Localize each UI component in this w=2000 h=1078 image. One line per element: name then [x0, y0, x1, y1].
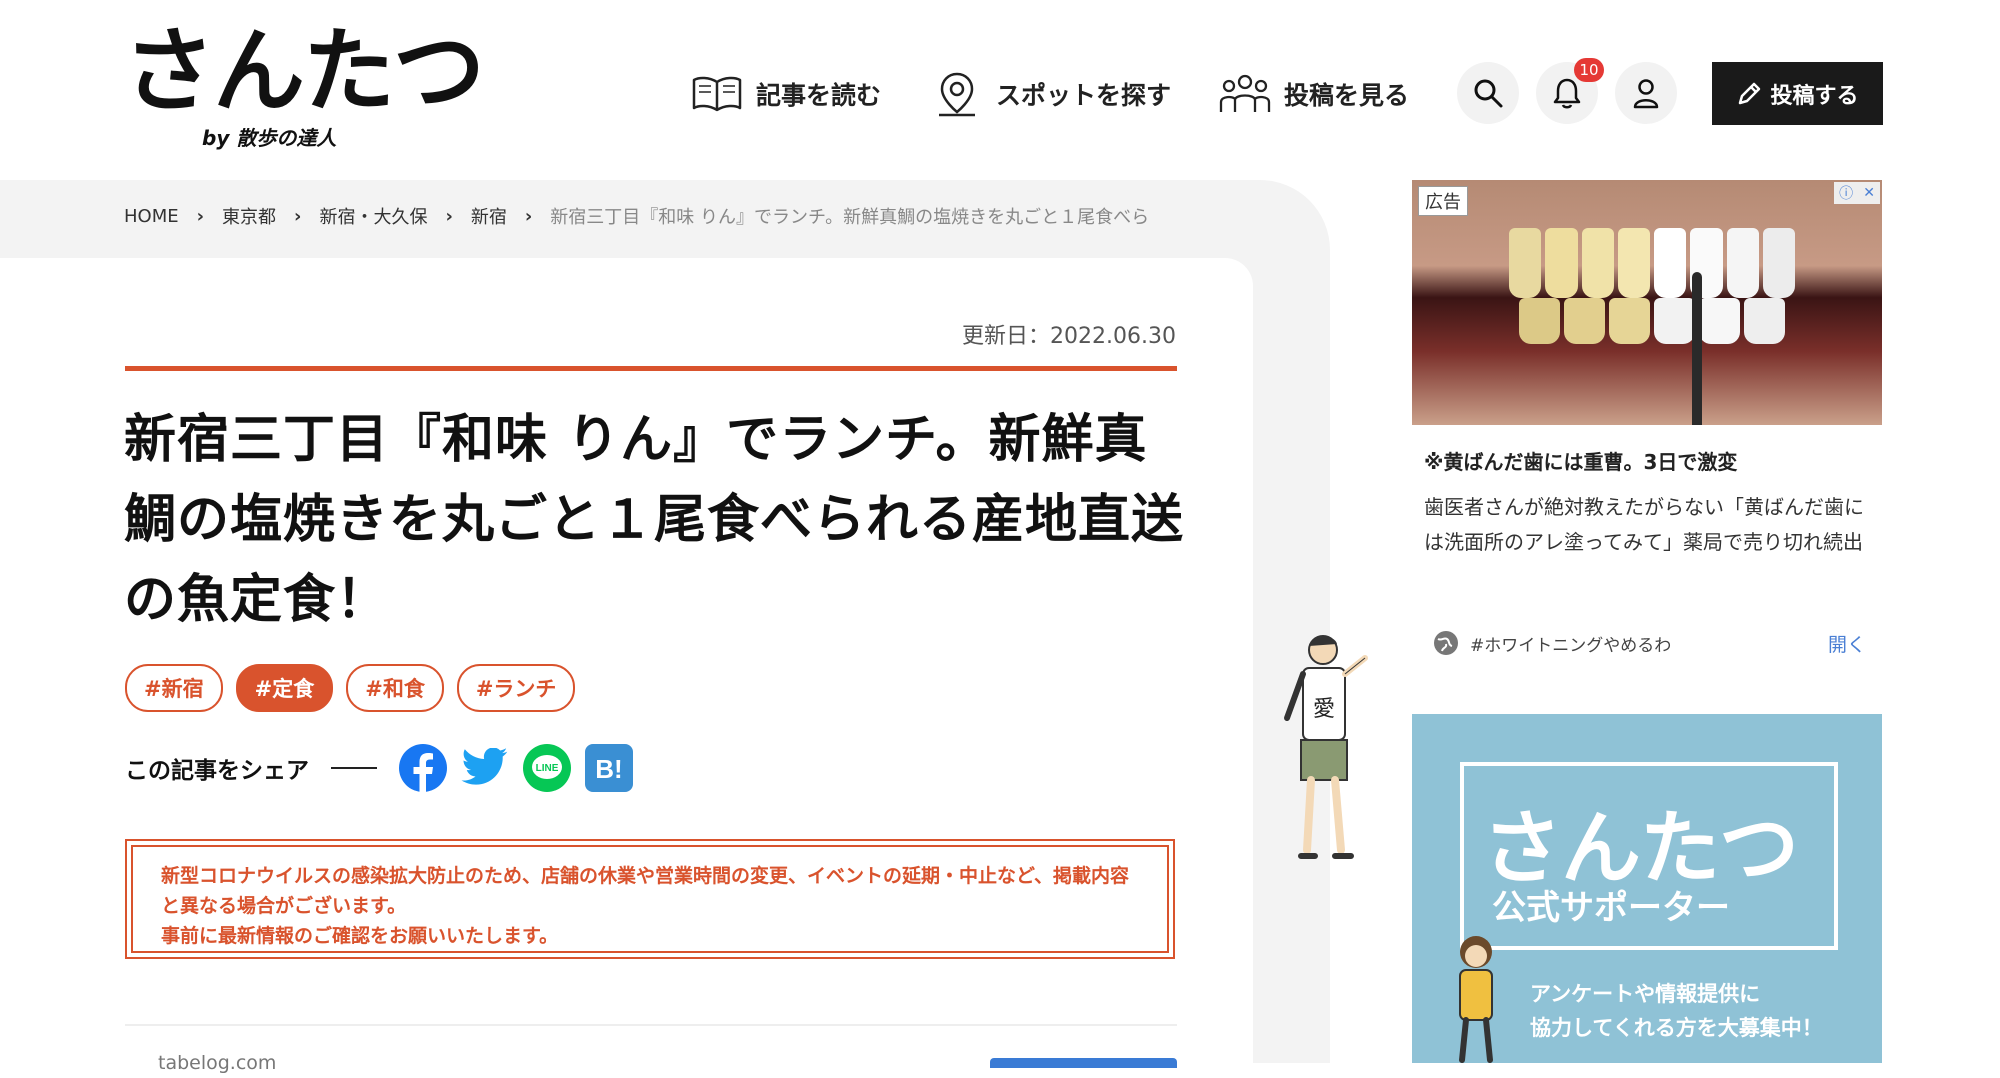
supporter-subtitle: 公式サポーター	[1492, 888, 1730, 928]
ad-swab	[1692, 272, 1702, 425]
breadcrumb-home[interactable]: HOME	[124, 206, 179, 227]
close-icon[interactable]: ✕	[1863, 185, 1875, 201]
pencil-icon	[1739, 82, 1761, 104]
notification-button[interactable]: 10	[1536, 58, 1604, 124]
share-dash	[331, 767, 377, 769]
nav-spot-label: スポットを探す	[996, 81, 1172, 110]
tag-shinjuku[interactable]: #新宿	[125, 664, 223, 712]
chevron-right-icon: ›	[445, 205, 453, 227]
notification-badge: 10	[1574, 58, 1604, 82]
svg-text:B!: B!	[595, 754, 622, 784]
tag-teishoku[interactable]: #定食	[235, 664, 334, 712]
hatena-icon: B!	[585, 744, 633, 792]
ad-info-icon[interactable]: ⓘ	[1839, 183, 1853, 203]
nav-read-label: 記事を読む	[756, 81, 882, 110]
breadcrumb-shinjuku[interactable]: 新宿	[471, 203, 507, 229]
chevron-right-icon: ›	[294, 205, 302, 227]
breadcrumb: HOME › 東京都 › 新宿・大久保 › 新宿 › 新宿三丁目『和味 りん』で…	[124, 203, 1149, 229]
title-divider	[125, 366, 1177, 371]
site-logo-sub: by 散歩の達人	[202, 126, 337, 150]
twitter-share-button[interactable]	[461, 744, 509, 792]
article-title: 新宿三丁目『和味 りん』でランチ。新鮮真鯛の塩焼きを丸ごと１尾食べられる産地直送…	[124, 410, 1185, 630]
notice-line-2: 事前に最新情報のご確認をお願いいたします。	[161, 925, 559, 947]
share-bar: この記事をシェア LINE B!	[125, 744, 647, 792]
svg-text:愛: 愛	[1313, 697, 1335, 722]
ad-label: 広告	[1418, 186, 1468, 216]
breadcrumb-shinjuku-okubo[interactable]: 新宿・大久保	[319, 203, 427, 229]
bell-icon	[1553, 78, 1581, 109]
notice-line-1: 新型コロナウイルスの感染拡大防止のため、店舗の休業や営業時間の変更、イベントの延…	[161, 865, 1130, 917]
section-divider	[125, 1024, 1177, 1026]
tag-list: #新宿 #定食 #和食 #ランチ	[125, 664, 576, 712]
breadcrumb-tokyo[interactable]: 東京都	[222, 203, 276, 229]
facebook-icon	[399, 744, 447, 792]
tag-washoku[interactable]: #和食	[346, 664, 444, 712]
ad-title[interactable]: ※黄ばんだ歯には重曹。3日で激変	[1424, 446, 1737, 475]
ad-description[interactable]: 歯医者さんが絶対教えたがらない「黄ばんだ歯には洗面所のアレ塗ってみて」薬局で売り…	[1424, 490, 1874, 560]
ad-teeth-lower	[1517, 298, 1787, 344]
updated-date: 更新日：2022.06.30	[962, 324, 1176, 349]
ad-close-controls[interactable]: ⓘ ✕	[1834, 182, 1880, 204]
book-icon	[690, 70, 744, 118]
account-button[interactable]	[1615, 62, 1677, 124]
source-link[interactable]: tabelog.com	[158, 1052, 276, 1074]
line-icon: LINE	[523, 744, 571, 792]
user-icon	[1633, 79, 1659, 109]
supporter-illustration	[1459, 936, 1493, 1063]
ad-image[interactable]: 広告 ⓘ ✕	[1412, 180, 1882, 425]
nav-post-label: 投稿を見る	[1284, 81, 1410, 110]
nav-view-posts[interactable]: 投稿を見る	[1218, 68, 1409, 120]
nav-find-spots[interactable]: スポットを探す	[930, 68, 1171, 120]
chevron-right-icon: ›	[524, 205, 533, 227]
post-button[interactable]: 投稿する	[1712, 62, 1883, 125]
ad-teeth-upper	[1507, 228, 1797, 298]
supporter-banner[interactable]: さんたつ 公式サポーター アンケートや情報提供に 協力してくれる方を大募集中！	[1412, 714, 1882, 1063]
hatena-bookmark-button[interactable]: B!	[585, 744, 633, 792]
post-button-label: 投稿する	[1770, 83, 1859, 109]
blue-button-partial[interactable]	[990, 1058, 1177, 1068]
covid-notice-inner: 新型コロナウイルスの感染拡大防止のため、店舗の休業や営業時間の変更、イベントの延…	[131, 845, 1169, 953]
map-pin-icon	[930, 70, 984, 118]
search-icon	[1474, 79, 1503, 108]
mascot-illustration: 愛	[1284, 635, 1368, 859]
globe-icon	[1434, 631, 1458, 655]
breadcrumb-current: 新宿三丁目『和味 りん』でランチ。新鮮真鯛の塩焼きを丸ごと１尾食べら	[550, 207, 1150, 228]
tag-lunch[interactable]: #ランチ	[456, 664, 576, 712]
chevron-right-icon: ›	[196, 205, 205, 227]
covid-notice: 新型コロナウイルスの感染拡大防止のため、店舗の休業や営業時間の変更、イベントの延…	[125, 839, 1175, 959]
ad-hashtag: #ホワイトニングやめるわ	[1470, 635, 1672, 656]
facebook-share-button[interactable]	[399, 744, 447, 792]
site-logo[interactable]: さんたつ	[123, 26, 485, 118]
line-share-button[interactable]: LINE	[523, 744, 571, 792]
search-button[interactable]	[1457, 62, 1519, 124]
ad-open-link[interactable]: 開く	[1828, 630, 1866, 657]
svg-text:LINE: LINE	[536, 763, 559, 774]
ad-footer: #ホワイトニングやめるわ 開く	[1432, 626, 1872, 660]
site-header: さんたつ by 散歩の達人 記事を読む スポットを探す 投稿を見る 10 投稿す…	[0, 0, 2000, 180]
supporter-line-2: 協力してくれる方を大募集中！	[1530, 1016, 1823, 1040]
nav-read-articles[interactable]: 記事を読む	[690, 68, 881, 120]
people-icon	[1218, 70, 1272, 118]
supporter-line-1: アンケートや情報提供に	[1530, 982, 1761, 1006]
twitter-icon	[461, 748, 508, 785]
share-label: この記事をシェア	[125, 758, 309, 784]
